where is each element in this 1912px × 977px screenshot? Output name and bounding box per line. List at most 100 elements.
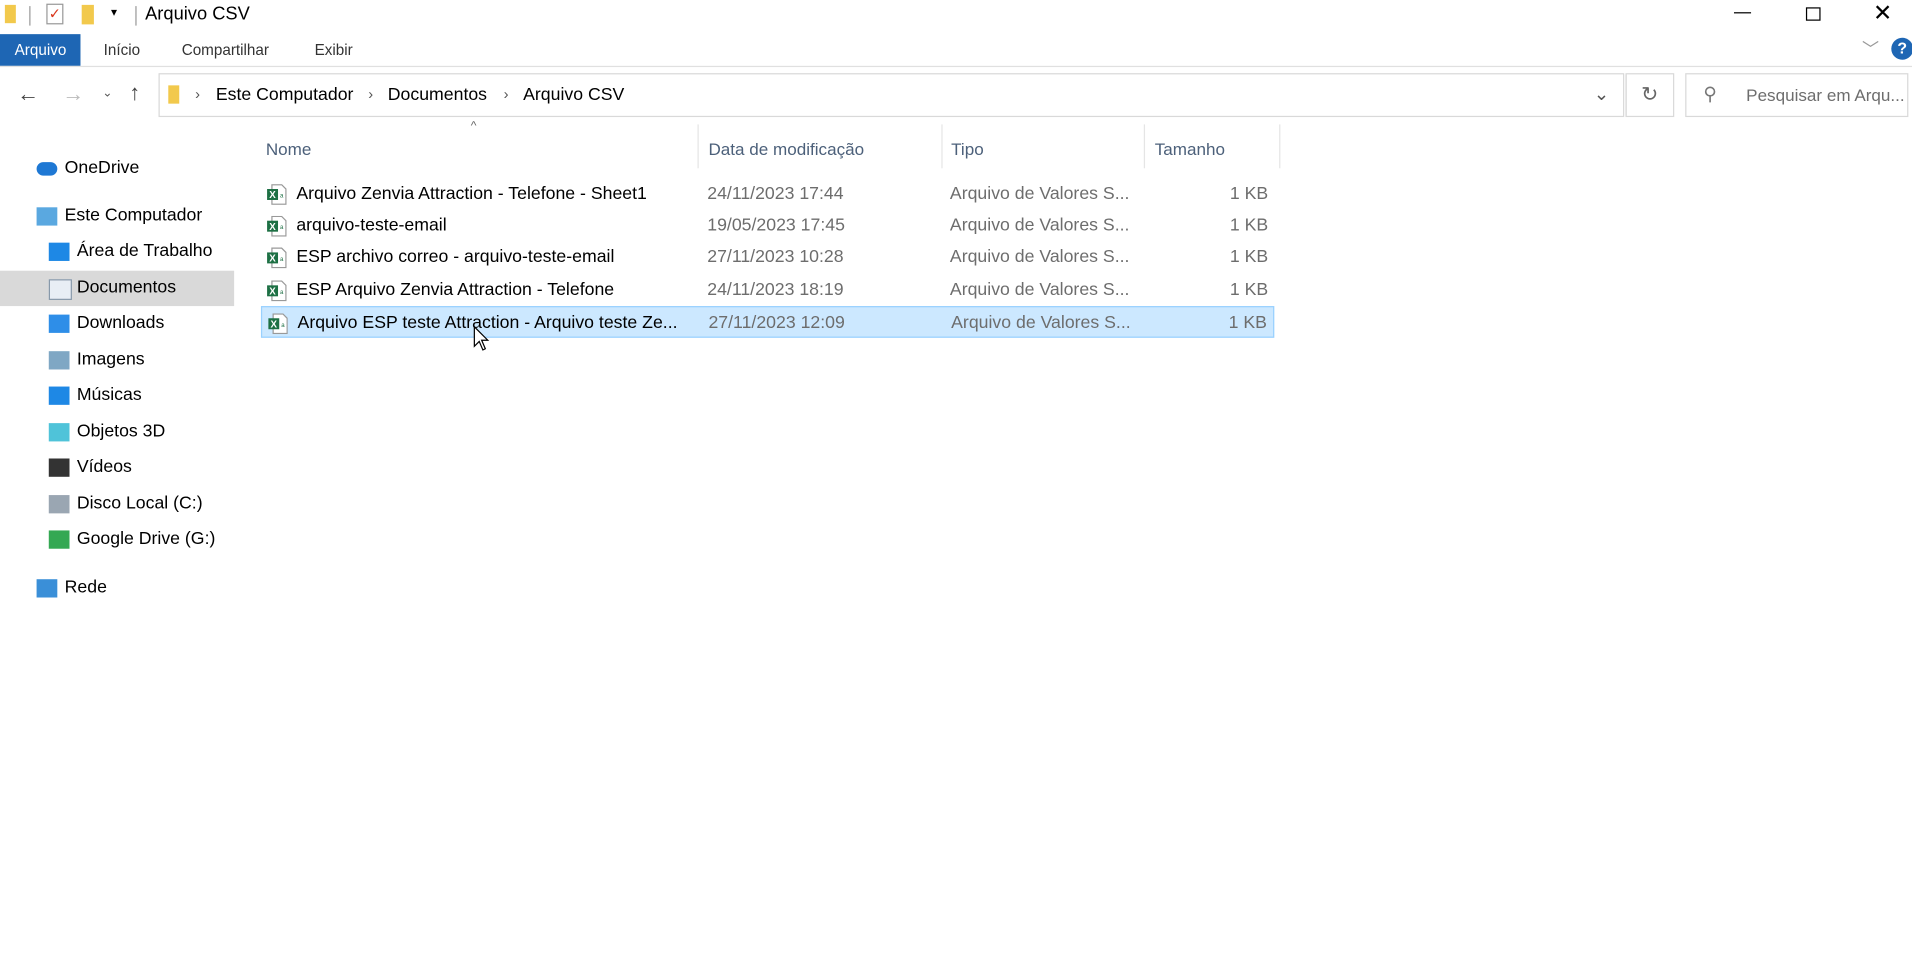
search-placeholder: Pesquisar em Arqu... (1746, 85, 1905, 105)
music-icon (48, 386, 70, 405)
restore-button[interactable] (1805, 7, 1821, 21)
pictures-icon (48, 351, 70, 370)
sidebar-item-google-drive-g-[interactable]: Google Drive (G:) (0, 522, 234, 557)
sidebar-item-área-de-trabalho[interactable]: Área de Trabalho (0, 234, 234, 269)
file-type: Arquivo de Valores S... (951, 313, 1131, 333)
properties-icon[interactable]: ✓ (46, 3, 64, 25)
sidebar-item-onedrive[interactable]: OneDrive (0, 151, 234, 186)
file-row[interactable]: Xa ESP Arquivo Zenvia Attraction - Telefo… (261, 274, 1274, 306)
sort-ascending-icon: ^ (470, 119, 477, 133)
sidebar-item-downloads[interactable]: Downloads (0, 306, 234, 341)
computer-icon (36, 207, 58, 226)
file-name: Arquivo Zenvia Attraction - Telefone - S… (296, 184, 647, 204)
tab-exibir[interactable]: Exibir (315, 34, 353, 66)
svg-text:a: a (280, 256, 284, 263)
divider (0, 65, 1912, 68)
column-header-name[interactable]: Nome (266, 135, 312, 162)
onedrive-icon (36, 162, 58, 176)
sidebar-item-disco-local-c-[interactable]: Disco Local (C:) (0, 487, 234, 522)
help-icon[interactable]: ? (1891, 37, 1912, 60)
column-divider[interactable] (1143, 124, 1146, 169)
breadcrumb-separator-icon: › (503, 85, 509, 103)
address-dropdown-chevron-icon[interactable]: ⌄ (1594, 83, 1609, 105)
up-button[interactable]: ↑ (129, 80, 140, 106)
sidebar-item-objetos-3d[interactable]: Objetos 3D (0, 415, 234, 450)
csv-file-icon: Xa (267, 216, 287, 237)
file-name: ESP archivo correo - arquivo-teste-email (296, 248, 615, 268)
3d-objects-icon (48, 423, 70, 442)
file-name: ESP Arquivo Zenvia Attraction - Telefone (296, 279, 615, 300)
tab-compartilhar[interactable]: Compartilhar (182, 34, 269, 66)
column-divider[interactable] (941, 124, 943, 169)
videos-icon (48, 458, 70, 477)
sidebar-item-este-computador[interactable]: Este Computador (0, 199, 234, 234)
new-folder-icon[interactable] (81, 4, 94, 25)
google-drive-icon (48, 530, 70, 549)
file-size: 1 KB (1229, 184, 1269, 204)
back-button[interactable]: ← (17, 82, 39, 108)
file-row[interactable]: Xa arquivo-teste-email 19/05/2023 17:45 Arq… (261, 210, 1274, 242)
csv-file-icon: Xa (267, 184, 287, 205)
file-date: 24/11/2023 17:44 (707, 184, 844, 204)
close-button[interactable]: ✕ (1873, 0, 1892, 28)
search-icon: ⚲ (1703, 84, 1717, 105)
breadcrumb-arquivo-csv[interactable]: Arquivo CSV (523, 85, 624, 105)
sidebar-item-documentos[interactable]: Documentos (0, 270, 235, 307)
folder-icon (4, 4, 16, 24)
sidebar-item-label: Disco Local (C:) (76, 493, 203, 514)
documents-icon (48, 279, 72, 300)
address-bar[interactable]: › Este Computador › Documentos › Arquivo… (158, 73, 1627, 118)
file-row[interactable]: Xa Arquivo ESP teste Attraction - Arquivo… (260, 305, 1275, 338)
sidebar-item-músicas[interactable]: Músicas (0, 378, 234, 413)
sidebar-item-label: Google Drive (G:) (76, 529, 216, 549)
file-row[interactable]: Xa ESP archivo correo - arquivo-teste-ema… (261, 242, 1274, 274)
tab-arquivo[interactable]: Arquivo (0, 34, 81, 66)
tab-inicio[interactable]: Início (104, 34, 140, 66)
recent-locations-chevron-icon[interactable]: ⌄ (102, 87, 112, 100)
sidebar-item-label: Objetos 3D (76, 421, 166, 442)
drive-icon (48, 495, 70, 514)
svg-text:X: X (269, 190, 276, 201)
file-size: 1 KB (1228, 313, 1267, 333)
expand-ribbon-chevron-icon[interactable]: ﹀ (1862, 37, 1879, 61)
file-type: Arquivo de Valores S... (949, 248, 1130, 268)
file-row[interactable]: Xa Arquivo Zenvia Attraction - Telefone -… (261, 178, 1274, 210)
file-size: 1 KB (1229, 279, 1269, 300)
sidebar-item-vídeos[interactable]: Vídeos (0, 450, 234, 485)
sidebar-item-label: Vídeos (76, 457, 132, 477)
divider (29, 6, 31, 26)
file-size: 1 KB (1229, 248, 1269, 268)
file-type: Arquivo de Valores S... (949, 216, 1130, 236)
svg-text:X: X (270, 319, 277, 330)
column-header-type[interactable]: Tipo (951, 135, 984, 162)
downloads-icon (48, 314, 70, 333)
mouse-cursor-icon (473, 325, 490, 351)
svg-text:X: X (269, 286, 276, 297)
column-divider[interactable] (1279, 124, 1281, 169)
breadcrumb-documentos[interactable]: Documentos (388, 85, 487, 105)
file-name: arquivo-teste-email (296, 216, 447, 236)
forward-button[interactable]: → (62, 82, 84, 108)
search-input[interactable]: ⚲ Pesquisar em Arqu... (1685, 73, 1909, 118)
column-divider[interactable] (697, 124, 699, 169)
divider (135, 6, 137, 26)
column-header-size[interactable]: Tamanho (1155, 135, 1225, 162)
minimize-button[interactable] (1733, 12, 1752, 14)
file-date: 24/11/2023 18:19 (707, 279, 844, 300)
network-icon (36, 579, 58, 598)
sidebar-item-rede[interactable]: Rede (0, 571, 234, 606)
sidebar-item-label: OneDrive (64, 158, 140, 179)
file-date: 19/05/2023 17:45 (707, 216, 845, 236)
csv-file-icon: Xa (268, 313, 288, 334)
sidebar-item-label: Músicas (76, 385, 142, 405)
file-date: 27/11/2023 10:28 (707, 248, 844, 268)
column-header-date[interactable]: Data de modificação (708, 135, 864, 162)
sidebar-item-imagens[interactable]: Imagens (0, 343, 234, 378)
breadcrumb-separator-icon: › (368, 85, 374, 103)
refresh-button[interactable]: ↻ (1625, 73, 1675, 118)
svg-text:a: a (280, 193, 284, 200)
customize-qat-chevron-icon[interactable]: ▾ (111, 6, 117, 19)
svg-text:a: a (281, 322, 285, 329)
desktop-icon (48, 242, 70, 261)
breadcrumb-este-computador[interactable]: Este Computador (216, 85, 354, 105)
